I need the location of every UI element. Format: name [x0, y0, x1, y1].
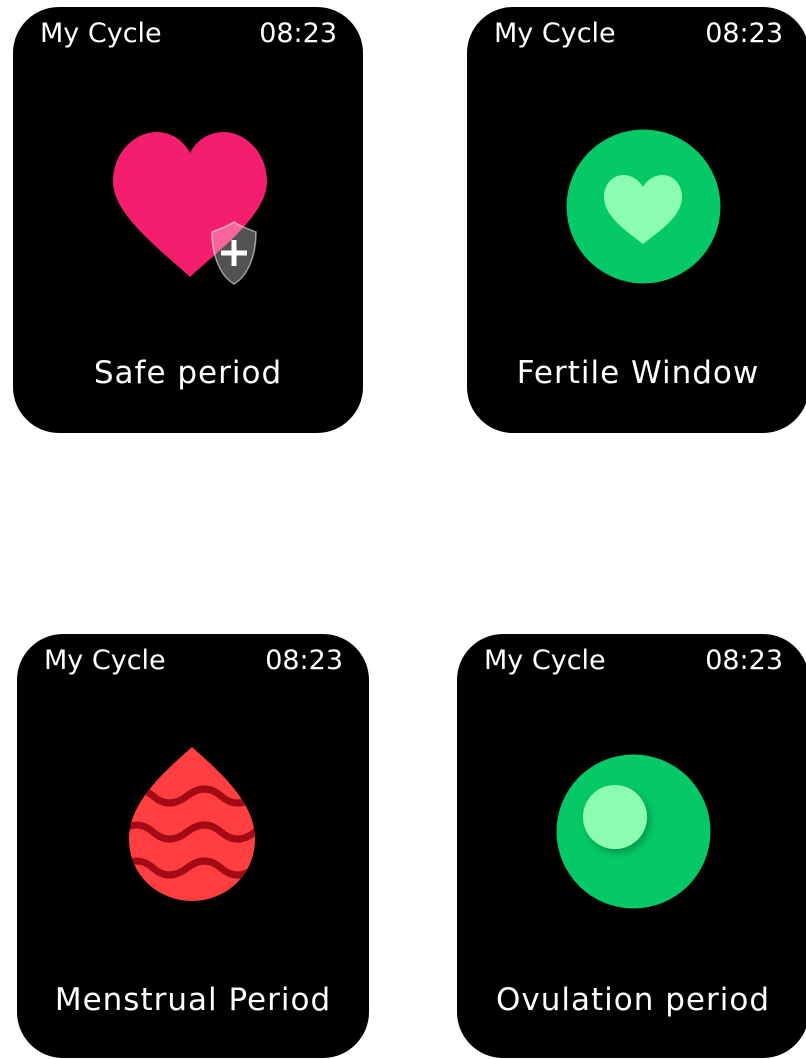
heart-shield-icon	[113, 132, 267, 285]
app-title: My Cycle	[484, 645, 606, 676]
clock-time: 08:23	[705, 645, 783, 676]
shield-badge	[211, 221, 257, 285]
clock-time: 08:23	[705, 18, 783, 49]
clock-time: 08:23	[259, 18, 337, 49]
clock-time: 08:23	[265, 645, 343, 676]
watch-screen-fertile-window: My Cycle 08:23 Fertile Window	[467, 7, 806, 433]
app-title: My Cycle	[494, 18, 616, 49]
heart-in-circle-icon	[566, 129, 721, 284]
blood-drop-icon	[129, 747, 255, 901]
watch-screen-ovulation-period: My Cycle 08:23 Ovulation period	[457, 634, 806, 1058]
watch-screen-safe-period: My Cycle 08:23 Safe period	[13, 7, 363, 433]
status-label: Fertile Window	[516, 355, 760, 391]
status-label: Safe period	[93, 355, 283, 391]
watch-screen-menstrual-period: My Cycle 08:23 Menstrual Period	[17, 634, 369, 1058]
app-title: My Cycle	[40, 18, 162, 49]
status-label: Ovulation period	[496, 982, 770, 1018]
ovum-circle-icon	[556, 754, 711, 909]
app-title: My Cycle	[44, 645, 166, 676]
status-label: Menstrual Period	[54, 982, 332, 1018]
